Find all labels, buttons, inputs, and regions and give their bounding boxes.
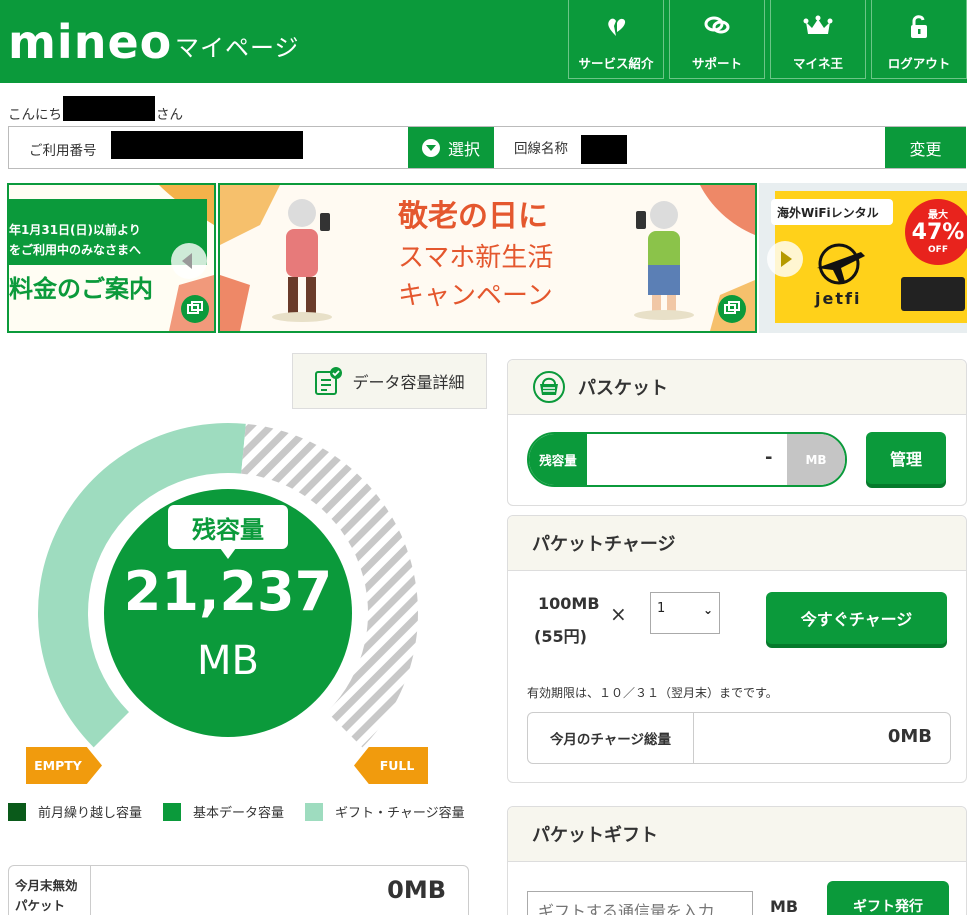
- gift-header: パケットギフト: [508, 807, 966, 862]
- line-number-bar: ご利用番号 選択 回線名称 変更: [8, 126, 966, 169]
- nav-mineo-king-label: マイネ王: [792, 56, 843, 71]
- basket-remaining-unit: MB: [787, 434, 845, 485]
- legend-basic: 基本データ容量: [163, 802, 284, 821]
- airplane-globe-icon: [817, 243, 865, 285]
- nav-support-label: サポート: [691, 56, 742, 71]
- header-bar: mineo マイページ サービス紹介 サポート マイネ王 ログアウト: [0, 0, 967, 83]
- expiring-line1: 今月末無効: [15, 878, 78, 893]
- carousel-next-button[interactable]: [767, 241, 803, 277]
- discount-badge: 最大 47% OFF: [905, 199, 967, 265]
- data-detail-label: データ容量詳細: [352, 373, 465, 392]
- banner2-line2: スマホ新生活: [398, 243, 554, 273]
- chevron-down-icon: ⌄: [702, 603, 713, 617]
- banner2-line3: キャンペーン: [398, 281, 553, 311]
- carousel-prev-button[interactable]: [171, 243, 207, 279]
- nav-logout-label: ログアウト: [887, 56, 951, 71]
- remaining-unit: MB: [197, 638, 259, 684]
- number-label: ご利用番号: [29, 143, 97, 159]
- badge-suffix: OFF: [928, 245, 948, 255]
- greeting-prefix: こんにち: [8, 107, 62, 123]
- charge-total-value: 0MB: [887, 726, 932, 747]
- basket-remaining-bar: 残容量 - MB: [527, 432, 847, 487]
- empty-tag: EMPTY: [26, 747, 102, 784]
- chevron-down-circle-icon: [421, 138, 440, 157]
- banner1-line2: をご利用中のみなさまへ: [9, 243, 142, 257]
- greeting-suffix: さん: [156, 107, 183, 123]
- remaining-value: 21,237: [123, 560, 333, 623]
- basket-remaining-value: -: [765, 447, 773, 468]
- expiring-line2: パケット: [15, 898, 66, 913]
- chat-bubbles-icon: [670, 14, 764, 38]
- banner3-line1: 海外WiFiレンタル: [771, 199, 893, 225]
- unlock-icon: [872, 14, 966, 38]
- expiring-label: 今月末無効 パケット: [9, 866, 91, 915]
- mineo-logo[interactable]: mineo: [8, 6, 172, 78]
- badge-top: 最大: [928, 210, 948, 221]
- triangle-left-icon: [182, 253, 192, 269]
- banner1-line3: 料金のご案内: [9, 275, 153, 303]
- gift-issue-button[interactable]: ギフト発行: [827, 881, 949, 915]
- basket-manage-button[interactable]: 管理: [866, 432, 946, 484]
- greeting: こんにち: [8, 103, 62, 123]
- banner-keiro-campaign[interactable]: 敬老の日に スマホ新生活 キャンペーン: [218, 183, 757, 333]
- nav-mineo-king-button[interactable]: マイネ王: [770, 0, 866, 79]
- legend-swatch-carryover: [8, 802, 26, 821]
- router-device-image: [901, 277, 965, 311]
- banner-price-info[interactable]: 年1月31日(日)以前より をご利用中のみなさまへ 料金のご案内: [7, 183, 216, 333]
- expiring-packet-box: 今月末無効 パケット 0MB: [8, 865, 469, 915]
- charge-price: (55円): [534, 627, 587, 646]
- charge-quantity-value: 1: [657, 601, 666, 616]
- charge-total-box: 今月のチャージ総量 0MB: [527, 712, 951, 764]
- legend-swatch-gift: [305, 802, 323, 821]
- legend-label-gift: ギフト・チャージ容量: [335, 806, 465, 821]
- charge-quantity-select[interactable]: 1 ⌄: [650, 592, 720, 634]
- redacted-line-name: [581, 135, 627, 164]
- gift-amount-input[interactable]: [527, 891, 753, 915]
- gift-panel: パケットギフト MB ギフト発行: [507, 806, 967, 915]
- change-button[interactable]: 変更: [885, 127, 966, 168]
- legend-label-carryover: 前月繰り越し容量: [38, 806, 143, 821]
- times-sign: ×: [610, 602, 627, 626]
- redacted-username: [63, 96, 155, 121]
- nav-service-label: サービス紹介: [578, 56, 654, 71]
- basket-title: パスケット: [578, 378, 668, 399]
- charge-header: パケットチャージ: [508, 516, 966, 571]
- banner1-line1: 年1月31日(日)以前より: [9, 223, 141, 237]
- page-title: マイページ: [175, 34, 300, 62]
- external-link-icon: [718, 295, 746, 323]
- basket-remaining-label: 残容量: [529, 434, 587, 485]
- charge-now-button[interactable]: 今すぐチャージ: [766, 592, 947, 644]
- gift-unit: MB: [770, 897, 799, 915]
- remaining-bubble: 残容量: [168, 505, 288, 559]
- crown-icon: [771, 14, 865, 38]
- legend-gift: ギフト・チャージ容量: [305, 802, 465, 821]
- redacted-number: [111, 131, 303, 159]
- charge-panel: パケットチャージ 100MB (55円) × 1 ⌄ 今すぐチャージ 有効期限は…: [507, 515, 967, 783]
- nav-service-button[interactable]: サービス紹介: [568, 0, 664, 79]
- charge-expiry-note: 有効期限は、１０／３１（翌月末）までです。: [527, 686, 778, 700]
- charge-amount: 100MB: [538, 594, 600, 613]
- full-tag: FULL: [354, 747, 428, 784]
- charge-total-label: 今月のチャージ総量: [528, 713, 694, 763]
- select-number-button[interactable]: 選択: [408, 127, 494, 168]
- banner-jetfi-wifi[interactable]: 海外WiFiレンタル 最大 47% OFF jetfi: [759, 183, 967, 333]
- document-check-icon: [315, 367, 343, 395]
- external-link-icon: [181, 295, 209, 323]
- heart-leaf-icon: [569, 14, 663, 38]
- legend-carryover: 前月繰り越し容量: [8, 802, 142, 821]
- banner2-line1: 敬老の日に: [398, 199, 548, 234]
- legend-label-basic: 基本データ容量: [193, 806, 285, 821]
- line-name-label: 回線名称: [514, 141, 568, 157]
- jetfi-brand: jetfi: [815, 289, 862, 308]
- badge-value: 47%: [911, 220, 965, 245]
- basket-header: パスケット: [508, 360, 966, 415]
- basket-icon: [533, 371, 565, 403]
- select-label: 選択: [447, 139, 480, 159]
- expiring-value: 0MB: [387, 876, 446, 904]
- nav-support-button[interactable]: サポート: [669, 0, 765, 79]
- legend-swatch-basic: [163, 802, 181, 821]
- basket-panel: パスケット 残容量 - MB 管理: [507, 359, 967, 506]
- triangle-right-icon: [781, 251, 792, 267]
- nav-logout-button[interactable]: ログアウト: [871, 0, 967, 79]
